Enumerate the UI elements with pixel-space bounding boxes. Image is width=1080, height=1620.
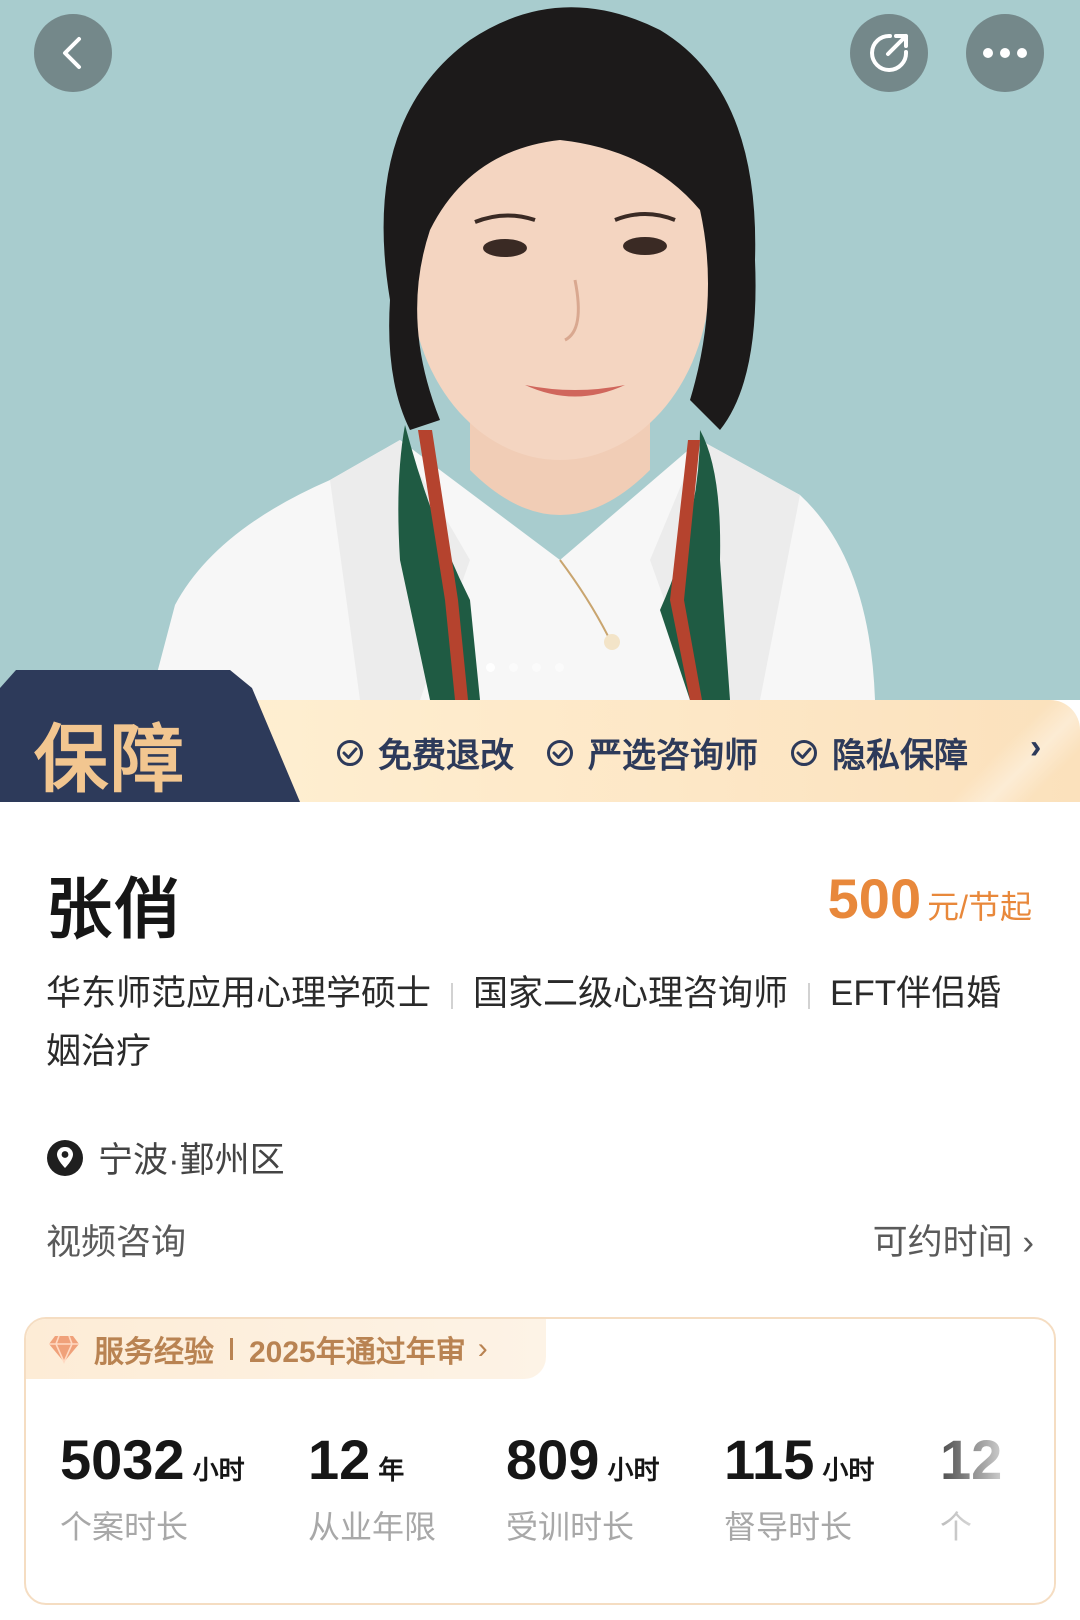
stat-label: 受训时长: [506, 1509, 635, 1545]
guarantee-banner[interactable]: 保障 免费退改 严选咨询师 隐私保障 ›: [0, 670, 1080, 802]
qualification-item: 华东师范应用心理学硕士: [46, 974, 432, 1013]
hero-photo-area: [0, 0, 1080, 700]
stat-case-hours: 5032 小时 个案时长: [60, 1427, 245, 1548]
scroll-fade: [914, 1389, 1054, 1589]
divider: [451, 982, 454, 1009]
location-row: 宁波·鄞州区: [46, 1132, 285, 1183]
available-time-link[interactable]: 可约时间 ›: [873, 1214, 1034, 1265]
chevron-right-icon[interactable]: ›: [1030, 728, 1041, 767]
divider: [808, 982, 811, 1009]
stat-training-hours: 809 小时 受训时长: [506, 1427, 659, 1548]
guarantee-item-label: 免费退改: [378, 737, 514, 775]
guarantee-item-label: 隐私保障: [832, 737, 968, 775]
chevron-right-icon: ›: [477, 1332, 488, 1365]
guarantee-items: 免费退改 严选咨询师 隐私保障: [336, 728, 1000, 777]
qualification-item: 国家二级心理咨询师: [473, 974, 789, 1013]
guarantee-item-label: 严选咨询师: [588, 737, 758, 775]
more-dots-icon: [983, 48, 1027, 58]
chevron-left-icon: [63, 37, 81, 69]
audit-status: 2025年通过年审: [249, 1336, 466, 1369]
stats-row: 5032 小时 个案时长 12 年 从业年限 809 小时 受训时长 115 小时 督导…: [60, 1427, 1054, 1567]
qualifications: 华东师范应用心理学硕士 国家二级心理咨询师 EFT伴侣婚姻治疗: [46, 965, 1036, 1081]
share-icon: [870, 33, 909, 72]
stat-value: 809: [506, 1428, 600, 1491]
stat-unit: 小时: [822, 1455, 875, 1485]
counselor-portrait: [150, 7, 875, 700]
price: 500 元/节起: [828, 866, 1032, 931]
check-circle-icon: [547, 739, 573, 766]
experience-card: 服务经验 2025年通过年审 › 5032 小时 个案时长 12 年 从业年限 80…: [24, 1317, 1056, 1605]
location-text: 宁波·鄞州区: [98, 1141, 285, 1180]
stat-value: 12: [308, 1428, 371, 1491]
stat-unit: 小时: [192, 1455, 245, 1485]
consult-type: 视频咨询: [46, 1223, 187, 1262]
experience-title: 服务经验: [94, 1336, 214, 1369]
stat-value: 5032: [60, 1428, 185, 1491]
price-unit: 元/节起: [927, 889, 1032, 925]
stat-supervision-hours: 115 小时 督导时长: [724, 1427, 874, 1548]
diamond-icon: [49, 1335, 79, 1364]
divider: [230, 1338, 233, 1360]
experience-tab[interactable]: 服务经验 2025年通过年审 ›: [26, 1319, 546, 1379]
check-circle-icon: [791, 739, 817, 766]
share-button[interactable]: [850, 14, 928, 92]
guarantee-title: 保障: [34, 717, 186, 803]
stat-years: 12 年 从业年限: [308, 1427, 436, 1548]
stat-value: 115: [724, 1428, 815, 1491]
guarantee-item: 严选咨询师: [546, 728, 758, 777]
counselor-name: 张俏: [46, 872, 182, 946]
stat-label: 督导时长: [724, 1509, 853, 1545]
guarantee-badge: 保障: [0, 670, 300, 802]
stat-unit: 小时: [607, 1455, 660, 1485]
back-button[interactable]: [34, 14, 112, 92]
more-button[interactable]: [966, 14, 1044, 92]
location-pin-icon: [47, 1139, 83, 1176]
guarantee-item: 隐私保障: [790, 728, 968, 777]
stat-unit: 年: [378, 1455, 405, 1485]
check-circle-icon: [337, 739, 363, 766]
price-value: 500: [827, 867, 922, 930]
stat-label: 个案时长: [60, 1509, 189, 1545]
guarantee-item: 免费退改: [336, 728, 514, 777]
stat-label: 从业年限: [308, 1509, 437, 1545]
